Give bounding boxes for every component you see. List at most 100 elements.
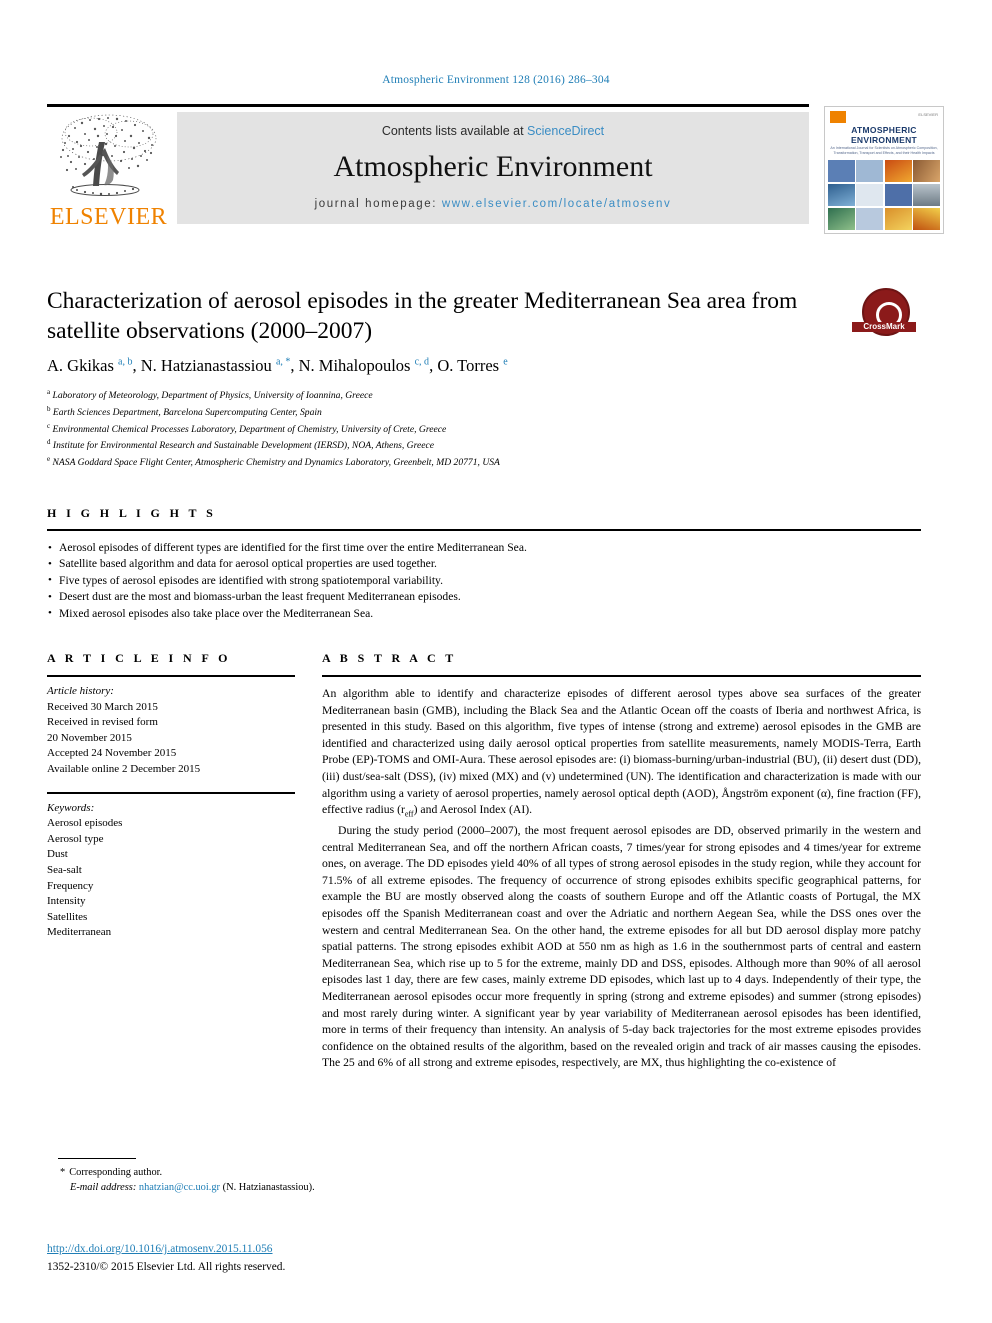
- highlight-item: Five types of aerosol episodes are ident…: [47, 572, 921, 589]
- masthead-top-rule: [47, 104, 809, 107]
- keyword-item: Frequency: [47, 879, 94, 892]
- keyword-item: Satellites: [47, 910, 88, 923]
- keyword-item: Intensity: [47, 895, 86, 908]
- crossmark-badge[interactable]: CrossMark: [852, 288, 920, 336]
- running-head: Atmospheric Environment 128 (2016) 286–3…: [382, 74, 610, 86]
- author-name: O. Torres: [437, 356, 504, 375]
- article-history-item: 20 November 2015: [47, 731, 132, 744]
- doi-link[interactable]: http://dx.doi.org/10.1016/j.atmosenv.201…: [47, 1243, 273, 1255]
- cover-title: ATMOSPHERIC ENVIRONMENT: [825, 125, 943, 145]
- cover-elsevier-mark-icon: [830, 111, 846, 123]
- cover-cell: [828, 183, 855, 207]
- affiliation-text: Laboratory of Meteorology, Department of…: [50, 390, 373, 402]
- keyword-item: Aerosol type: [47, 832, 104, 845]
- author-name: N. Mihalopoulos: [298, 356, 415, 375]
- contents-available-line: Contents lists available at ScienceDirec…: [177, 124, 809, 138]
- cover-cell: [884, 207, 912, 230]
- article-info-section: A R T I C L E I N F O Article history: R…: [47, 651, 295, 941]
- keyword-item: Dust: [47, 848, 68, 861]
- article-history-item: Accepted 24 November 2015: [47, 747, 177, 760]
- highlights-items: Aerosol episodes of different types are …: [47, 539, 921, 622]
- keywords-label: Keywords:: [47, 801, 95, 814]
- email-owner: (N. Hatzianastassiou).: [222, 1182, 315, 1193]
- highlight-item: Satellite based algorithm and data for a…: [47, 556, 921, 573]
- author-affiliation-mark: c, d: [414, 356, 430, 368]
- email-label: E-mail address:: [70, 1182, 137, 1193]
- highlight-item: Aerosol episodes of different types are …: [47, 539, 921, 556]
- corresponding-author-note: * Corresponding author. E-mail address: n…: [60, 1165, 560, 1195]
- homepage-link[interactable]: www.elsevier.com/locate/atmosenv: [442, 198, 672, 210]
- abstract-paragraph-2: During the study period (2000–2007), the…: [322, 824, 921, 1070]
- cover-cell: [913, 160, 940, 183]
- cover-title-line2: ENVIRONMENT: [850, 135, 918, 145]
- author-affiliation-mark: a, *: [275, 356, 291, 368]
- highlight-item: Mixed aerosol episodes also take place o…: [47, 605, 921, 622]
- cover-cell: [828, 160, 855, 183]
- footnote-rule: [58, 1158, 136, 1159]
- affiliation-item: b Earth Sciences Department, Barcelona S…: [47, 403, 847, 420]
- email-link[interactable]: nhatzian@cc.uoi.gr: [139, 1182, 220, 1193]
- cover-cell: [856, 207, 884, 230]
- abstract-section: A B S T R A C T An algorithm able to ide…: [322, 651, 921, 1072]
- corresponding-text: Corresponding author.: [69, 1167, 163, 1178]
- article-history-item: Received 30 March 2015: [47, 700, 158, 713]
- keywords-lines: Aerosol episodes Aerosol type Dust Sea-salt…: [47, 816, 295, 941]
- cover-cell: [884, 183, 912, 207]
- abstract-p1-subscript: eff: [404, 809, 414, 819]
- affiliation-item: c Environmental Chemical Processes Labor…: [47, 420, 847, 437]
- crossmark-label: CrossMark: [852, 322, 916, 332]
- corresponding-author-line: * Corresponding author.: [60, 1165, 560, 1180]
- page-title: Characterization of aerosol episodes in …: [47, 288, 798, 344]
- email-line: E-mail address: nhatzian@cc.uoi.gr (N. H…: [60, 1180, 560, 1195]
- affiliation-text: Environmental Chemical Processes Laborat…: [50, 423, 447, 435]
- keyword-item: Aerosol episodes: [47, 817, 123, 830]
- affiliation-text: Institute for Environmental Research and…: [50, 440, 434, 452]
- title-block: Characterization of aerosol episodes in …: [47, 286, 807, 346]
- keyword-item: Mediterranean: [47, 926, 112, 939]
- affiliation-item: e NASA Goddard Space Flight Center, Atmo…: [47, 453, 847, 470]
- contents-prefix: Contents lists available at: [381, 124, 528, 138]
- author-separator: ,: [132, 356, 141, 375]
- article-history-lines: Received 30 March 2015 Received in revise…: [47, 700, 295, 778]
- cover-cell: [828, 207, 855, 230]
- affiliation-text: Earth Sciences Department, Barcelona Sup…: [50, 406, 322, 418]
- masthead-panel: Contents lists available at ScienceDirec…: [177, 112, 809, 224]
- cover-subtitle: An International Journal for Scientists …: [830, 146, 938, 155]
- cover-brand-text: ELSEVIER: [918, 112, 938, 117]
- cover-title-line1: ATMOSPHERIC: [851, 125, 917, 135]
- author-affiliation-mark: e: [503, 356, 508, 368]
- cover-cell: [913, 207, 940, 230]
- abstract-paragraph-1: An algorithm able to identify and charac…: [322, 686, 921, 823]
- article-history-item: Received in revised form: [47, 716, 158, 729]
- author-name: A. Gkikas: [47, 356, 119, 375]
- journal-masthead: ELSEVIER Contents lists available at Sci…: [47, 104, 945, 232]
- cover-cell: [913, 183, 940, 207]
- article-info-rule: [47, 675, 295, 677]
- corresponding-marker: *: [60, 1167, 66, 1178]
- abstract-p1-part1: An algorithm able to identify and charac…: [322, 687, 921, 817]
- affiliation-item: d Institute for Environmental Research a…: [47, 436, 847, 453]
- author-list: A. Gkikas a, b, N. Hatzianastassiou a, *…: [47, 356, 847, 376]
- cover-cell: [856, 160, 884, 183]
- keyword-item: Sea-salt: [47, 863, 82, 876]
- affiliation-text: NASA Goddard Space Flight Center, Atmosp…: [50, 457, 500, 469]
- journal-cover-thumbnail[interactable]: ELSEVIER ATMOSPHERIC ENVIRONMENT An Inte…: [824, 106, 944, 234]
- abstract-heading: A B S T R A C T: [322, 651, 457, 665]
- keywords-rule: [47, 791, 295, 794]
- copyright-line: 1352-2310/© 2015 Elsevier Ltd. All right…: [47, 1261, 286, 1273]
- journal-homepage-line: journal homepage: www.elsevier.com/locat…: [177, 198, 809, 210]
- highlights-heading: H I G H L I G H T S: [47, 506, 217, 520]
- author-name: N. Hatzianastassiou: [140, 356, 276, 375]
- journal-title: Atmospheric Environment: [333, 150, 653, 183]
- cover-cell: [856, 183, 884, 207]
- highlights-rule: [47, 529, 921, 531]
- sciencedirect-link[interactable]: ScienceDirect: [527, 124, 604, 138]
- elsevier-logo: ELSEVIER: [47, 112, 170, 232]
- abstract-p1-part2: ) and Aerosol Index (AI).: [413, 803, 533, 817]
- author-affiliation-mark: a, b: [118, 356, 133, 368]
- elsevier-tree-icon: [55, 112, 163, 205]
- elsevier-wordmark: ELSEVIER: [49, 204, 168, 230]
- article-history-item: Available online 2 December 2015: [47, 762, 201, 775]
- cover-cell: [884, 160, 912, 183]
- highlights-section: H I G H L I G H T S Aerosol episodes of …: [47, 506, 921, 622]
